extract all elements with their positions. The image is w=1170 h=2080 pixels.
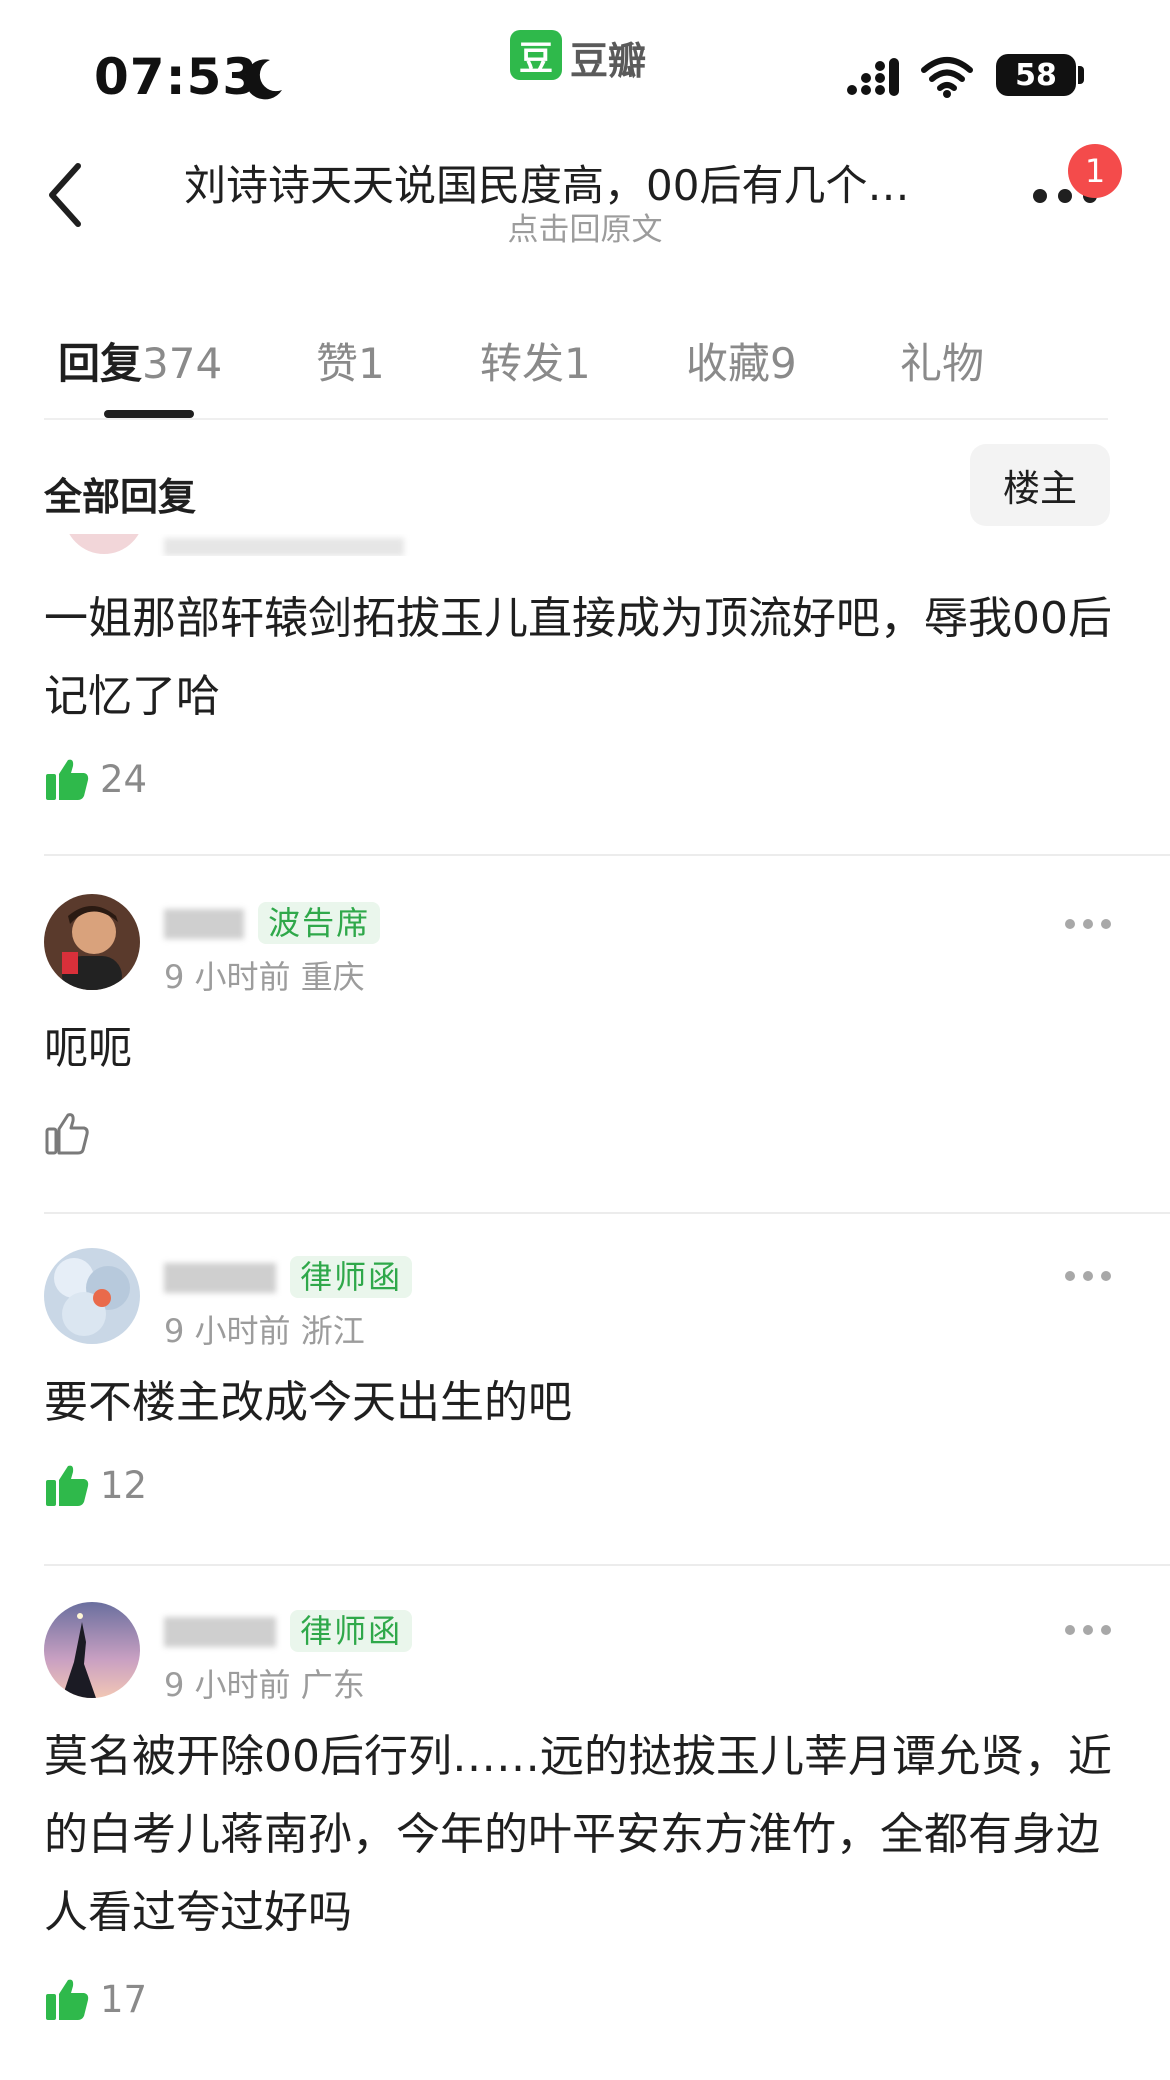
tab-favorites[interactable]: 收藏9 xyxy=(686,330,797,391)
comment-location: 浙江 xyxy=(300,1312,365,1350)
signal-icon xyxy=(847,58,899,96)
comment-divider xyxy=(44,1212,1170,1214)
battery-indicator: 58 xyxy=(996,54,1076,96)
user-tag: 波告席 xyxy=(258,902,381,944)
avatar[interactable] xyxy=(44,894,140,990)
tab-label: 礼物 xyxy=(900,339,985,388)
thumbs-up-filled-icon xyxy=(46,759,89,800)
op-only-button[interactable]: 楼主 xyxy=(970,444,1110,526)
comment-more-icon[interactable] xyxy=(1064,1270,1112,1282)
status-time: 07:53 xyxy=(94,48,259,106)
like-button[interactable]: 17 xyxy=(44,1976,147,2022)
comment-more-icon[interactable] xyxy=(1064,1624,1112,1636)
like-button[interactable]: 12 xyxy=(44,1462,147,1508)
comment-meta: 9 小时前 重庆 xyxy=(164,952,365,998)
back-to-original-link[interactable]: 点击回原文 xyxy=(0,204,1170,249)
tab-label: 赞 xyxy=(316,339,359,388)
like-count: 17 xyxy=(100,1977,148,2021)
comment-time: 9 小时前 xyxy=(164,958,291,996)
comment-text: 要不楼主改成今天出生的吧 xyxy=(44,1377,572,1428)
all-replies-label[interactable]: 全部回复 xyxy=(44,466,196,521)
username-blurred xyxy=(164,908,244,939)
moon-icon xyxy=(245,59,282,100)
user-tag: 律师函 xyxy=(290,1256,413,1298)
username[interactable]: 波告席 xyxy=(164,898,381,944)
like-count: 12 xyxy=(100,1463,148,1507)
tab-label: 回复 xyxy=(58,339,143,388)
like-count: 24 xyxy=(100,757,148,801)
comment-time: 9 小时前 xyxy=(164,1666,291,1704)
tab-replies[interactable]: 回复374 xyxy=(58,330,222,391)
notification-badge[interactable]: 1 xyxy=(1068,144,1122,198)
username-blurred xyxy=(164,1262,276,1293)
username[interactable]: 律师函 xyxy=(164,1252,413,1298)
tab-label: 转发 xyxy=(480,339,565,388)
like-button[interactable] xyxy=(44,1110,100,1156)
user-tag: 律师函 xyxy=(290,1610,413,1652)
clipped-comment-header xyxy=(44,534,544,556)
comment-divider xyxy=(44,1564,1170,1566)
tab-likes[interactable]: 赞1 xyxy=(316,330,385,391)
active-tab-indicator xyxy=(104,410,194,418)
username-blurred xyxy=(164,1616,276,1647)
comment-meta: 9 小时前 浙江 xyxy=(164,1306,365,1352)
comment-divider xyxy=(44,854,1170,856)
thumbs-up-outline-icon xyxy=(45,1113,89,1155)
avatar-photo xyxy=(44,894,140,990)
avatar[interactable] xyxy=(44,1602,140,1698)
tab-count: 9 xyxy=(770,339,797,388)
tab-count: 1 xyxy=(564,339,591,388)
username[interactable]: 律师函 xyxy=(164,1606,413,1652)
app-logo-icon[interactable]: 豆 xyxy=(510,30,562,80)
app-name[interactable]: 豆瓣 xyxy=(570,30,646,85)
tab-count: 374 xyxy=(142,339,223,388)
avatar[interactable] xyxy=(44,1248,140,1344)
comment-time: 9 小时前 xyxy=(164,1312,291,1350)
comment-text: 呃呃 xyxy=(44,1023,132,1074)
avatar-photo xyxy=(44,1602,140,1698)
tabs-divider xyxy=(44,418,1108,420)
comment-more-icon[interactable] xyxy=(1064,918,1112,930)
tab-count: 1 xyxy=(358,339,385,388)
tab-gifts[interactable]: 礼物 xyxy=(900,330,984,391)
tab-label: 收藏 xyxy=(686,339,771,388)
like-button[interactable]: 24 xyxy=(44,756,147,802)
comment-text: 莫名被开除00后行列……远的挞拔玉儿莘月谭允贤，近的白考儿蒋南孙，今年的叶平安东… xyxy=(44,1731,1112,1938)
wifi-icon xyxy=(921,57,973,98)
thumbs-up-filled-icon xyxy=(46,1465,89,1506)
comment-text: 一姐那部轩辕剑拓拔玉儿直接成为顶流好吧，辱我00后记忆了哈 xyxy=(44,593,1112,722)
tab-reposts[interactable]: 转发1 xyxy=(480,330,591,391)
thumbs-up-filled-icon xyxy=(46,1979,89,2020)
comment-location: 重庆 xyxy=(300,958,365,996)
comment-location: 广东 xyxy=(300,1666,365,1704)
comment-meta: 9 小时前 广东 xyxy=(164,1660,365,1706)
avatar-photo xyxy=(44,1248,140,1344)
battery-nub xyxy=(1078,66,1084,84)
